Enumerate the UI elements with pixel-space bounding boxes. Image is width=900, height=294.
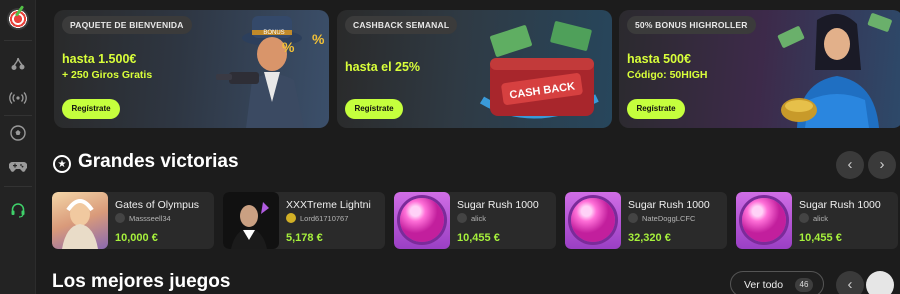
svg-text:BONUS: BONUS xyxy=(263,30,284,36)
register-button[interactable]: Regístrate xyxy=(627,99,685,119)
user-icon xyxy=(628,213,638,223)
user-icon xyxy=(286,213,296,223)
win-card[interactable]: Sugar Rush 1000 alick 10,455 € xyxy=(394,192,556,249)
username: alick xyxy=(813,214,829,223)
gamepad-icon[interactable] xyxy=(8,156,28,176)
svg-text:%: % xyxy=(312,31,325,47)
username: alick xyxy=(471,214,487,223)
win-amount: 5,178 € xyxy=(286,232,323,244)
game-name: Sugar Rush 1000 xyxy=(628,199,710,211)
banner-headline: hasta 1.500€ xyxy=(62,52,137,66)
section-title: Grandes victorias xyxy=(78,151,239,172)
game-name: Sugar Rush 1000 xyxy=(799,199,881,211)
star-icon: ★ xyxy=(53,155,71,173)
cherry-icon[interactable] xyxy=(8,54,28,74)
sidebar xyxy=(0,0,36,294)
register-button[interactable]: Regístrate xyxy=(345,99,403,119)
win-amount: 10,000 € xyxy=(115,232,158,244)
win-card[interactable]: Sugar Rush 1000 alick 10,455 € xyxy=(736,192,898,249)
welcome-bonus-banner[interactable]: PAQUETE DE BIENVENIDA hasta 1.500€ + 250… xyxy=(54,10,329,128)
username: Lord61710767 xyxy=(300,214,349,223)
win-amount: 32,320 € xyxy=(628,232,671,244)
banner-headline: hasta el 25% xyxy=(345,60,421,74)
woman-with-money-illustration xyxy=(777,13,892,128)
username: NateDoggLCFC xyxy=(642,214,696,223)
view-all-button[interactable]: Ver todo 46 xyxy=(730,271,824,294)
sidebar-divider xyxy=(4,40,32,41)
win-card[interactable]: Sugar Rush 1000 NateDoggLCFC 32,320 € xyxy=(565,192,727,249)
prev-button[interactable]: ‹ xyxy=(836,151,864,179)
win-amount: 10,455 € xyxy=(799,232,842,244)
win-card[interactable]: Gates of Olympus Massseell34 10,000 € xyxy=(52,192,214,249)
game-thumbnail xyxy=(394,192,450,249)
section-title: Los mejores juegos xyxy=(52,271,231,292)
user-icon xyxy=(115,213,125,223)
game-name: Sugar Rush 1000 xyxy=(457,199,539,211)
register-button[interactable]: Regístrate xyxy=(62,99,120,119)
dartboard-logo-icon[interactable] xyxy=(7,8,29,30)
win-amount: 10,455 € xyxy=(457,232,500,244)
soccer-ball-icon[interactable] xyxy=(8,123,28,143)
win-card[interactable]: XXXTreme Lightni Lord61710767 5,178 € xyxy=(223,192,385,249)
game-thumbnail xyxy=(52,192,108,249)
next-button[interactable]: › xyxy=(868,151,896,179)
banner-tag: PAQUETE DE BIENVENIDA xyxy=(62,16,192,34)
game-thumbnail xyxy=(736,192,792,249)
cashback-case-illustration: CASH BACK xyxy=(479,21,599,119)
cashback-banner[interactable]: CASHBACK SEMANAL hasta el 25% Regístrate… xyxy=(337,10,612,128)
sidebar-divider xyxy=(4,115,32,116)
game-thumbnail xyxy=(223,192,279,249)
banner-subline: Código: 50HIGH xyxy=(627,69,708,81)
gangster-illustration: BONUS % % xyxy=(216,16,325,128)
live-broadcast-icon[interactable] xyxy=(8,88,28,108)
username: Massseell34 xyxy=(129,214,171,223)
banner-tag: 50% BONUS HIGHROLLER xyxy=(627,16,756,34)
svg-text:%: % xyxy=(282,39,295,55)
banner-tag: CASHBACK SEMANAL xyxy=(345,16,458,34)
banner-headline: hasta 500€ xyxy=(627,52,691,66)
sidebar-divider xyxy=(4,186,32,187)
game-name: XXXTreme Lightni xyxy=(286,199,371,211)
highroller-banner[interactable]: 50% BONUS HIGHROLLER hasta 500€ Código: … xyxy=(619,10,900,128)
game-name: Gates of Olympus xyxy=(115,199,200,211)
chat-bubble-icon[interactable] xyxy=(866,271,894,294)
user-icon xyxy=(457,213,467,223)
game-thumbnail xyxy=(565,192,621,249)
view-all-label: Ver todo xyxy=(744,279,784,291)
banner-subline: + 250 Giros Gratis xyxy=(62,69,153,81)
casino-page: PAQUETE DE BIENVENIDA hasta 1.500€ + 250… xyxy=(0,0,900,294)
game-count-badge: 46 xyxy=(795,278,813,292)
headset-icon[interactable] xyxy=(8,200,28,220)
user-icon xyxy=(799,213,809,223)
prev-button[interactable]: ‹ xyxy=(836,271,864,294)
